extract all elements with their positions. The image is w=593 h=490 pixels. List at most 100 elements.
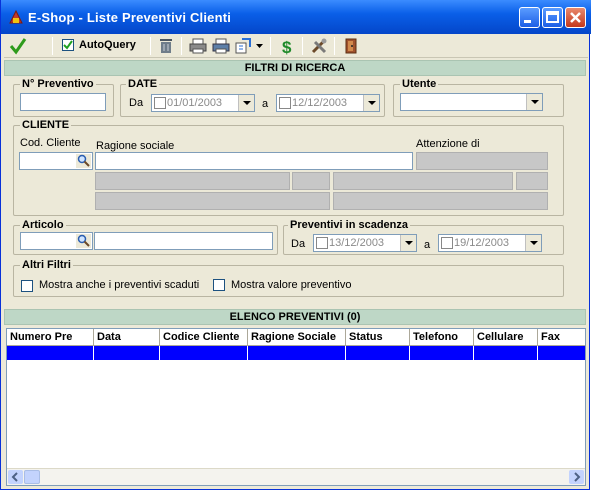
scadenza-to-checkbox[interactable]	[441, 237, 453, 249]
print-preview-icon[interactable]	[212, 37, 230, 55]
cod-cliente-input[interactable]	[19, 152, 93, 170]
scroll-thumb[interactable]	[24, 470, 40, 484]
tools-icon[interactable]	[310, 37, 328, 55]
date-from-picker[interactable]: 01/01/2003	[151, 94, 255, 112]
toolbar-separator	[181, 37, 182, 55]
scaduti-label: Mostra anche i preventivi scaduti	[39, 279, 200, 291]
valore-label: Mostra valore preventivo	[231, 279, 352, 291]
ragione-sociale-label: Ragione sociale	[96, 140, 175, 152]
column-header[interactable]: Status	[346, 329, 410, 346]
minimize-button[interactable]	[519, 7, 540, 28]
scadenza-from-picker[interactable]: 13/12/2003	[313, 234, 417, 252]
table-cell	[410, 346, 474, 360]
date-from-label: Da	[129, 97, 144, 109]
elenco-header: ELENCO PREVENTIVI (0)	[4, 309, 586, 325]
date-from-value: 01/01/2003	[167, 97, 223, 109]
table-cell	[474, 346, 538, 360]
column-header[interactable]: Fax	[538, 329, 585, 346]
date-to-checkbox[interactable]	[279, 97, 291, 109]
close-icon	[570, 12, 581, 23]
table-cell	[94, 346, 160, 360]
eshop-app-icon	[9, 9, 23, 24]
export-icon[interactable]	[234, 37, 252, 55]
title-bar[interactable]: E-Shop - Liste Preventivi Clienti	[1, 0, 591, 34]
autoquery-checkbox[interactable]	[62, 39, 74, 51]
dollar-icon[interactable]: $	[279, 37, 297, 55]
scadenza-legend: Preventivi in scadenza	[288, 219, 410, 231]
articolo-legend: Articolo	[20, 219, 66, 231]
utente-select[interactable]	[400, 93, 543, 111]
scroll-left-icon[interactable]	[8, 470, 23, 484]
table-cell	[346, 346, 410, 360]
address-field	[95, 172, 290, 190]
scadenza-to-label: a	[424, 239, 431, 251]
valore-checkbox[interactable]	[213, 279, 225, 291]
checkmark-icon	[63, 40, 73, 50]
utente-dropdown-icon[interactable]	[526, 94, 542, 110]
search-lookup-icon[interactable]	[76, 234, 91, 248]
toolbar-separator	[270, 37, 271, 55]
attenzione-field	[416, 152, 548, 170]
main-window: E-Shop - Liste Preventivi Clienti AutoQu…	[0, 0, 591, 490]
toolbar-separator	[302, 37, 303, 55]
scadenza-from-value: 13/12/2003	[329, 237, 385, 249]
print-icon[interactable]	[189, 37, 207, 55]
svg-text:$: $	[282, 38, 292, 55]
table-cell	[7, 346, 94, 360]
province-field	[516, 172, 548, 190]
articolo-description-input[interactable]	[94, 232, 273, 250]
cliente-legend: CLIENTE	[20, 119, 72, 131]
selected-row[interactable]	[7, 346, 585, 360]
confirm-check-icon[interactable]	[9, 37, 27, 55]
utente-legend: Utente	[400, 78, 439, 90]
email-field	[333, 192, 548, 210]
maximize-icon	[546, 11, 559, 23]
maximize-button[interactable]	[542, 7, 563, 28]
date-from-dropdown-icon[interactable]	[238, 95, 254, 111]
scadenza-to-picker[interactable]: 19/12/2003	[438, 234, 542, 252]
date-to-value: 12/12/2003	[292, 97, 348, 109]
cap-field	[292, 172, 330, 190]
scroll-right-icon[interactable]	[569, 470, 584, 484]
scadenza-from-dropdown-icon[interactable]	[400, 235, 416, 251]
search-lookup-icon[interactable]	[76, 154, 91, 168]
toolbar-separator	[52, 37, 53, 55]
toolbar-separator	[150, 37, 151, 55]
date-to-dropdown-icon[interactable]	[363, 95, 379, 111]
scaduti-checkbox[interactable]	[21, 280, 33, 292]
scadenza-to-value: 19/12/2003	[454, 237, 510, 249]
altri-filtri-legend: Altri Filtri	[20, 259, 73, 271]
filters-header: FILTRI DI RICERCA	[4, 60, 586, 76]
table-cell	[160, 346, 248, 360]
preventivi-grid[interactable]: Numero Pre Data Codice Cliente Ragione S…	[6, 328, 586, 486]
minimize-icon	[524, 20, 531, 23]
column-header[interactable]: Numero Pre	[7, 329, 94, 346]
num-preventivo-input[interactable]	[20, 93, 106, 111]
city-field	[333, 172, 513, 190]
toolbar: AutoQuery $	[4, 34, 588, 58]
num-preventivo-legend: N° Preventivo	[20, 78, 96, 90]
scadenza-from-label: Da	[291, 238, 306, 250]
export-dropdown-icon[interactable]	[256, 44, 263, 48]
ragione-sociale-input[interactable]	[95, 152, 413, 170]
trash-icon[interactable]	[157, 37, 175, 55]
date-to-picker[interactable]: 12/12/2003	[276, 94, 380, 112]
autoquery-label: AutoQuery	[79, 39, 136, 51]
phone-field	[95, 192, 330, 210]
column-header[interactable]: Data	[94, 329, 160, 346]
column-header[interactable]: Ragione Sociale	[248, 329, 346, 346]
attenzione-label: Attenzione di	[416, 138, 480, 150]
column-header[interactable]: Telefono	[410, 329, 474, 346]
articolo-code-input[interactable]	[20, 232, 93, 250]
horizontal-scrollbar[interactable]	[7, 468, 585, 485]
column-header[interactable]: Cellulare	[474, 329, 538, 346]
scadenza-from-checkbox[interactable]	[316, 237, 328, 249]
table-cell	[248, 346, 346, 360]
close-button[interactable]	[565, 7, 586, 28]
column-header[interactable]: Codice Cliente	[160, 329, 248, 346]
toolbar-separator	[334, 37, 335, 55]
date-from-checkbox[interactable]	[154, 97, 166, 109]
date-legend: DATE	[126, 78, 160, 90]
scadenza-to-dropdown-icon[interactable]	[525, 235, 541, 251]
exit-door-icon[interactable]	[342, 37, 360, 55]
